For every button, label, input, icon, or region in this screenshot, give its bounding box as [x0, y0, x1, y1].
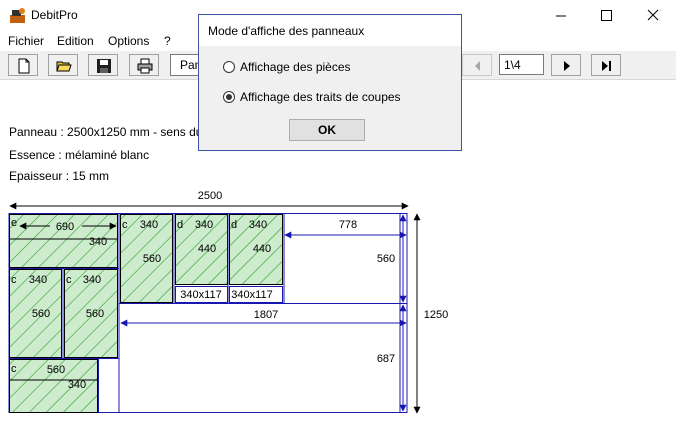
svg-text:340: 340 — [249, 219, 267, 231]
svg-text:340: 340 — [68, 379, 86, 391]
svg-text:340x117: 340x117 — [231, 289, 272, 301]
strip-340x117-1: 340x117 — [175, 286, 228, 303]
svg-text:340x117: 340x117 — [180, 289, 221, 301]
option-pieces-label: Affichage des pièces — [240, 60, 351, 74]
svg-text:690: 690 — [56, 221, 74, 233]
radio-cut-lines[interactable] — [223, 91, 235, 103]
svg-text:560: 560 — [32, 308, 50, 320]
svg-text:340: 340 — [29, 274, 47, 286]
piece-c-340x560-left: c 340 560 — [9, 269, 62, 358]
total-height-label: 1250 — [424, 309, 448, 321]
svg-text:e: e — [11, 217, 17, 229]
piece-d-340x440-1: d 340 440 — [175, 214, 228, 285]
svg-text:d: d — [231, 219, 237, 231]
svg-text:d: d — [177, 219, 183, 231]
strip-340x117-2: 340x117 — [229, 286, 283, 303]
svg-text:340: 340 — [83, 274, 101, 286]
dialog-title-bar: Mode d'affiche des panneaux — [199, 15, 461, 46]
svg-text:c: c — [122, 219, 128, 231]
svg-text:c: c — [66, 274, 72, 286]
piece-c-340x560-middle: c 340 560 — [64, 269, 118, 358]
svg-text:340: 340 — [195, 219, 213, 231]
svg-text:560: 560 — [86, 308, 104, 320]
svg-text:340: 340 — [140, 219, 158, 231]
svg-text:440: 440 — [198, 243, 216, 255]
ok-button[interactable]: OK — [289, 119, 365, 141]
piece-c-560x340: c 560 340 — [9, 359, 98, 413]
dialog-title: Mode d'affiche des panneaux — [208, 24, 365, 38]
piece-d-340x440-2: d 340 440 — [229, 214, 283, 285]
svg-text:440: 440 — [253, 243, 271, 255]
offcut-bottom-width-label: 1807 — [254, 309, 278, 321]
offcut-bottom-height-label: 687 — [377, 353, 395, 365]
display-mode-dialog: Mode d'affiche des panneaux Affichage de… — [198, 14, 462, 151]
piece-c-340x560-top: c 340 560 — [120, 214, 173, 303]
svg-text:340: 340 — [89, 236, 107, 248]
svg-text:c: c — [11, 274, 17, 286]
radio-selected-dot — [226, 94, 232, 100]
radio-pieces[interactable] — [223, 61, 235, 73]
svg-text:560: 560 — [47, 364, 65, 376]
total-width-label: 2500 — [198, 190, 222, 202]
piece-e-690x340: e 690 340 — [9, 214, 118, 268]
offcut-right-height-label: 560 — [377, 253, 395, 265]
svg-text:560: 560 — [143, 253, 161, 265]
offcut-right-width-label: 778 — [339, 219, 357, 231]
option-cut-lines-label: Affichage des traits de coupes — [240, 90, 401, 104]
svg-text:c: c — [11, 363, 17, 375]
